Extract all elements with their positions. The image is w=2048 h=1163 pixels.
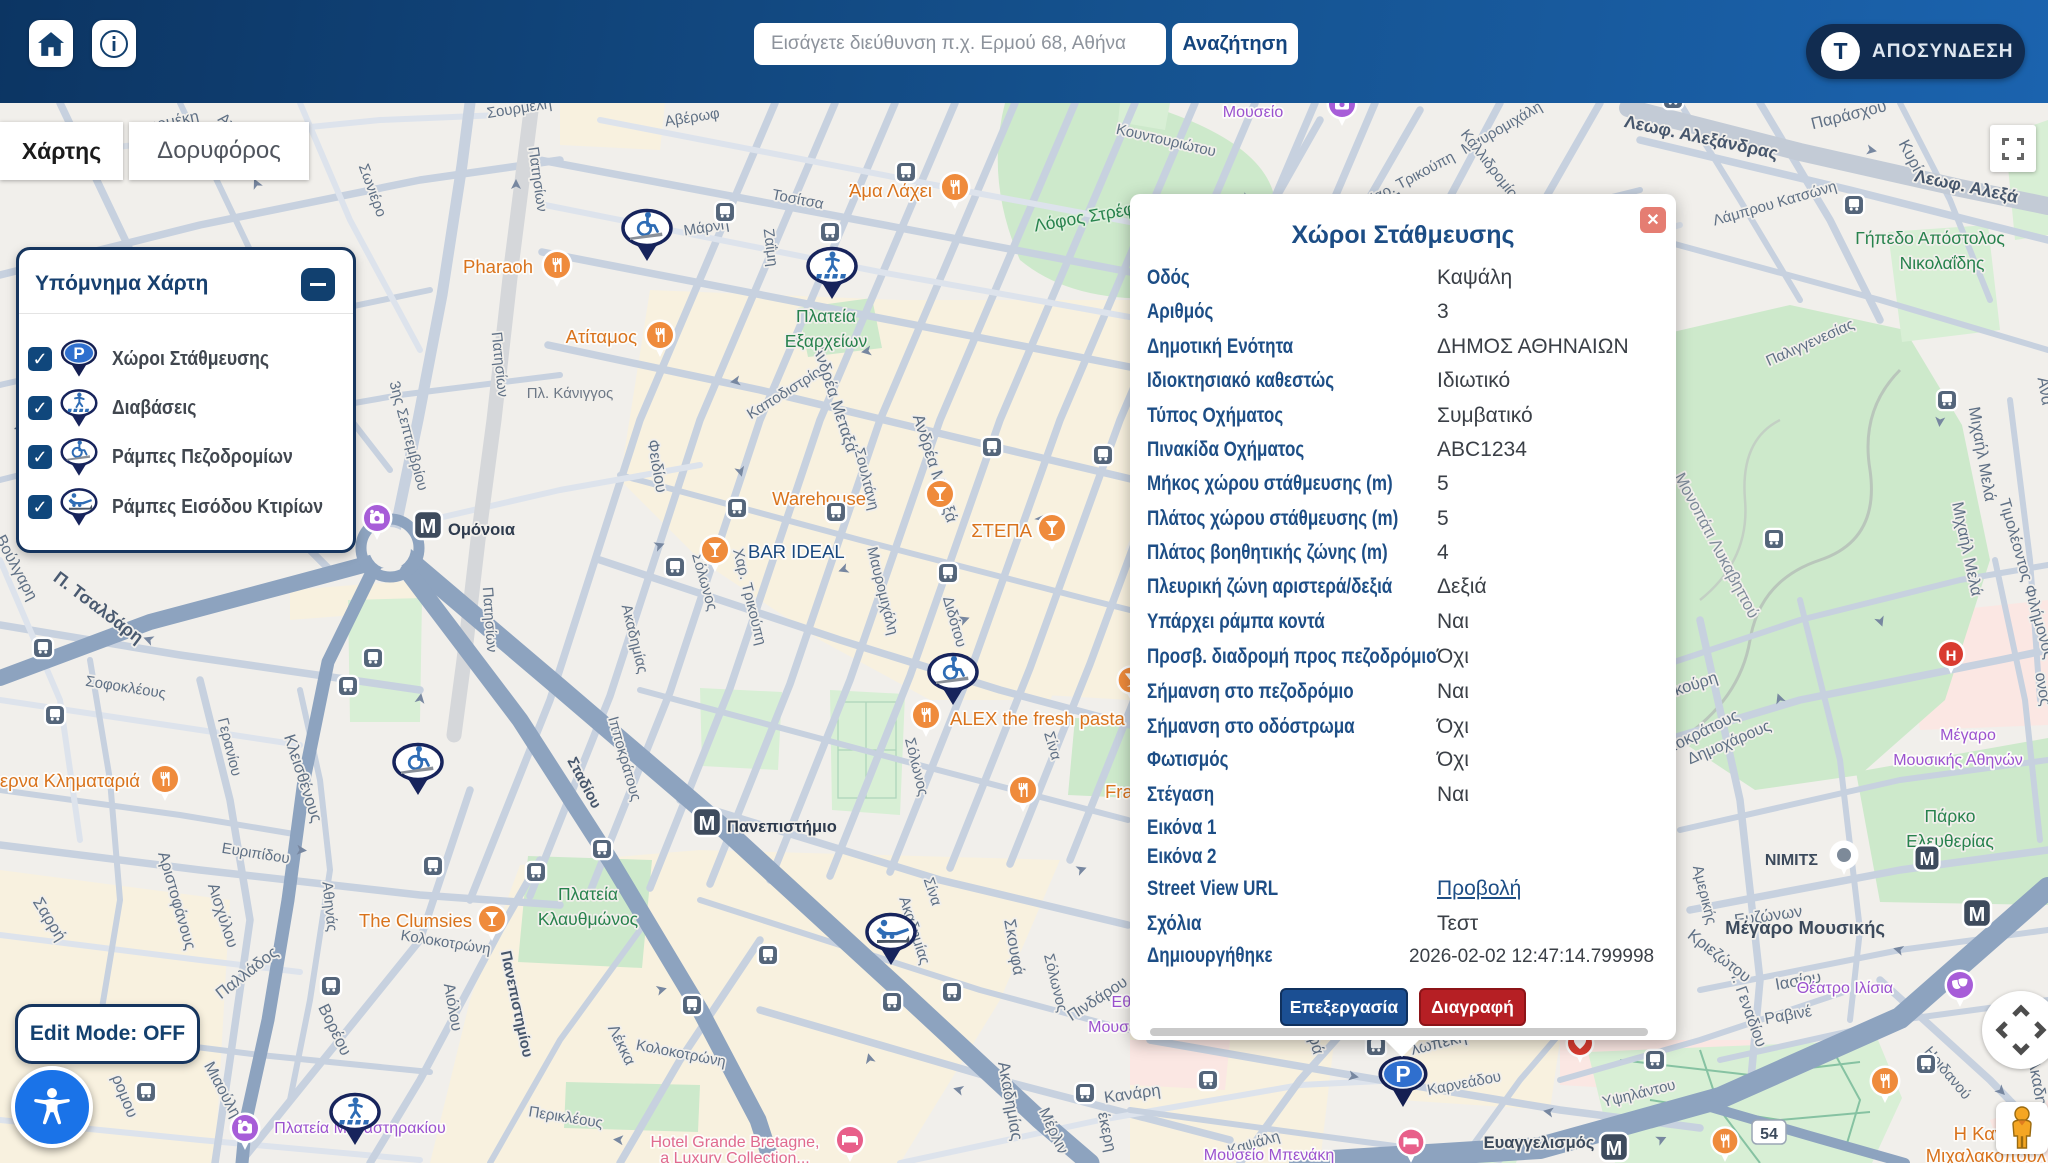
svg-text:Εξαρχείων: Εξαρχείων [785,331,868,351]
svg-text:ΝΙΜΙΤΣ: ΝΙΜΙΤΣ [1765,852,1819,869]
svg-text:Ευαγγελισμός: Ευαγγελισμός [1484,1134,1595,1152]
svg-text:Ομόνοια: Ομόνοια [448,521,515,539]
svg-text:Πάρκο: Πάρκο [1925,806,1976,826]
svg-text:Μέγαρο: Μέγαρο [1940,727,1996,744]
svg-text:ΣΤΕΠΑ: ΣΤΕΠΑ [971,520,1032,541]
svg-text:Πλατεία: Πλατεία [558,884,618,904]
svg-text:Warehouse: Warehouse [772,488,866,509]
svg-text:Πλ. Κάνιγγος: Πλ. Κάνιγγος [527,385,614,402]
svg-text:Μουσείο: Μουσείο [1223,104,1284,121]
svg-text:Hotel Grande Bretagne,: Hotel Grande Bretagne, [651,1134,820,1151]
svg-text:Γήπεδο Απόστολος: Γήπεδο Απόστολος [1855,228,2005,248]
svg-text:Θέατρο Ιλίσια: Θέατρο Ιλίσια [1797,980,1893,997]
svg-text:Κλαυθμώνος: Κλαυθμώνος [538,909,638,929]
svg-text:Pharaoh: Pharaoh [463,256,533,277]
svg-text:Άμα Λάχει: Άμα Λάχει [849,180,932,201]
svg-text:BAR IDEAL: BAR IDEAL [748,541,845,562]
svg-text:Μουσείο Μπενάκη: Μουσείο Μπενάκη [1204,1147,1335,1163]
svg-text:Πανεπιστήμιο: Πανεπιστήμιο [727,818,837,836]
svg-text:P: P [1395,1061,1410,1087]
svg-text:Πλατεία: Πλατεία [796,306,856,326]
svg-text:ερνα Κληματαριά: ερνα Κληματαριά [0,770,140,791]
svg-text:ALEX the fresh pasta: ALEX the fresh pasta [950,708,1126,729]
svg-text:Ατίταμος: Ατίταμος [566,326,637,347]
svg-text:Νικολαΐδης: Νικολαΐδης [1900,253,1985,273]
svg-text:P: P [73,344,84,363]
svg-text:a Luxury Collection...: a Luxury Collection... [660,1150,809,1163]
svg-text:54: 54 [1760,1126,1778,1143]
svg-text:Μέγαρο Μουσικής: Μέγαρο Μουσικής [1725,917,1885,938]
svg-text:Μουσικής Αθηνών: Μουσικής Αθηνών [1893,752,2023,769]
svg-text:The Clumsies: The Clumsies [359,910,472,931]
